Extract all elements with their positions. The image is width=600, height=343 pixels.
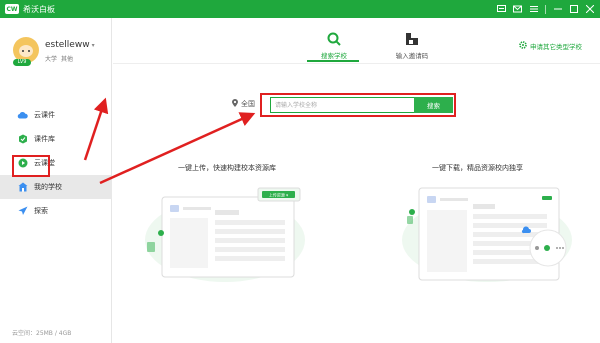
promo-download-text: 一键下载，精品资源校内独享 — [432, 164, 523, 172]
promo-download-illustration — [397, 180, 577, 287]
promo-upload-illustration: 上传资源 ▾ — [145, 180, 315, 287]
upload-resource-button: 上传资源 ▾ — [269, 192, 288, 198]
promo-upload-text: 一键上传，快速构建校本资源库 — [178, 164, 276, 172]
